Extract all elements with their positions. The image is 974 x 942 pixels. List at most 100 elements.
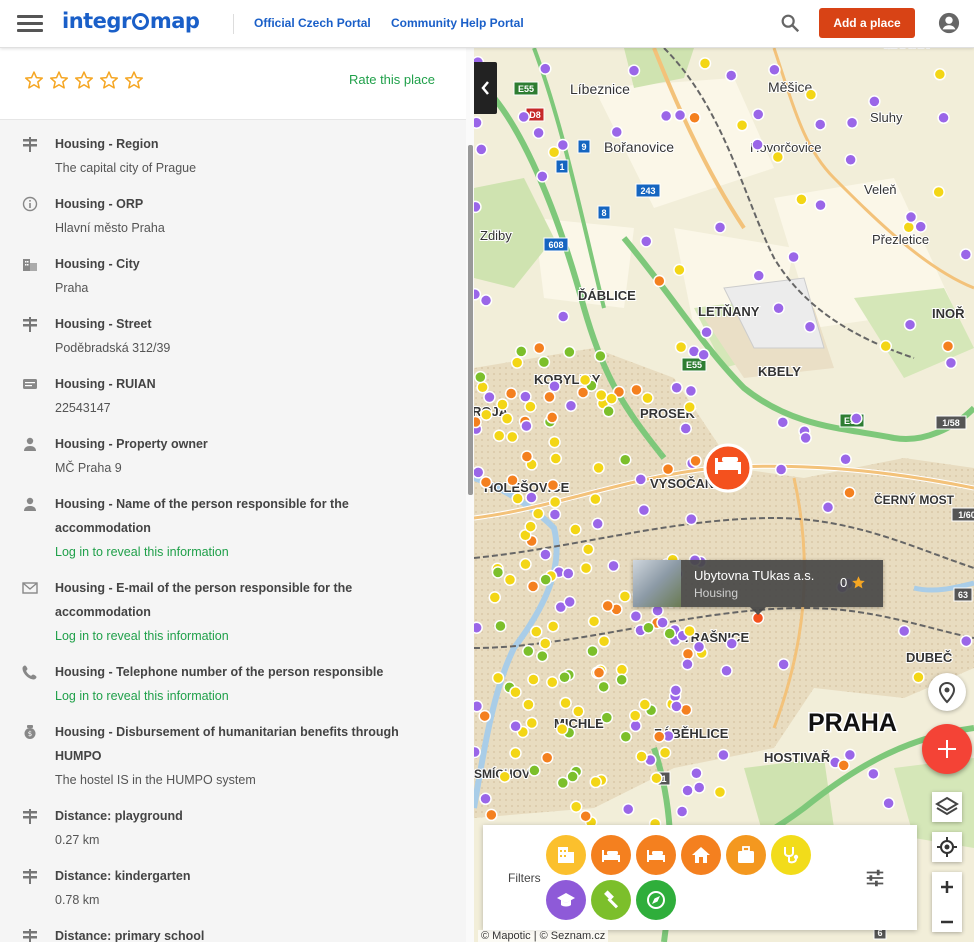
poi-marker[interactable] (656, 616, 669, 629)
poi-marker[interactable] (642, 621, 655, 634)
poi-marker[interactable] (474, 200, 482, 214)
poi-marker[interactable] (912, 671, 925, 684)
poi-marker[interactable] (478, 709, 491, 723)
poi-marker[interactable] (517, 110, 530, 124)
poi-marker[interactable] (669, 684, 683, 697)
poi-marker[interactable] (536, 649, 549, 663)
poi-marker[interactable] (634, 473, 648, 486)
poi-marker[interactable] (772, 301, 785, 315)
filter-button[interactable] (591, 835, 631, 875)
poi-marker[interactable] (674, 340, 688, 354)
poi-marker[interactable] (520, 419, 533, 433)
poi-marker[interactable] (630, 383, 643, 397)
star-outline-icon[interactable] (24, 70, 44, 90)
poi-marker[interactable] (519, 390, 532, 403)
poi-marker[interactable] (524, 520, 537, 533)
poi-marker[interactable] (959, 634, 973, 648)
poi-marker[interactable] (537, 355, 551, 369)
poi-marker[interactable] (697, 348, 710, 362)
poi-marker[interactable] (564, 399, 578, 412)
filter-button[interactable] (636, 835, 676, 875)
poi-marker[interactable] (556, 138, 570, 152)
collapse-panel-button[interactable] (474, 62, 497, 114)
poi-marker[interactable] (618, 453, 632, 467)
official-czech-portal-link[interactable]: Official Czech Portal (254, 16, 371, 30)
poi-marker[interactable] (689, 454, 702, 468)
poi-marker[interactable] (594, 349, 607, 363)
poi-marker[interactable] (531, 507, 545, 520)
poi-marker[interactable] (587, 615, 601, 628)
poi-marker[interactable] (520, 450, 534, 463)
poi-marker[interactable] (795, 193, 808, 206)
filter-button[interactable] (771, 835, 811, 875)
poi-marker[interactable] (474, 621, 483, 634)
poi-marker[interactable] (474, 370, 487, 384)
rate-this-place-link[interactable]: Rate this place (349, 72, 435, 87)
poi-marker[interactable] (488, 591, 502, 604)
poi-marker[interactable] (533, 341, 546, 355)
poi-marker[interactable] (474, 466, 485, 479)
poi-marker[interactable] (546, 676, 559, 689)
poi-marker[interactable] (937, 111, 950, 125)
poi-marker[interactable] (566, 770, 579, 783)
poi-marker[interactable] (546, 620, 560, 633)
poi-marker[interactable] (897, 624, 911, 638)
poi-marker[interactable] (768, 63, 781, 77)
poi-marker[interactable] (627, 64, 641, 77)
poi-marker[interactable] (556, 310, 570, 323)
poi-marker[interactable] (546, 478, 560, 492)
poi-marker[interactable] (539, 62, 552, 75)
poi-marker[interactable] (661, 462, 675, 476)
poi-marker[interactable] (844, 153, 857, 167)
poi-marker[interactable] (670, 381, 683, 395)
poi-marker[interactable] (681, 657, 694, 671)
star-outline-icon[interactable] (99, 70, 119, 90)
search-icon[interactable] (779, 12, 801, 34)
poi-marker[interactable] (474, 745, 481, 759)
poi-marker[interactable] (581, 543, 595, 556)
poi-marker[interactable] (813, 118, 827, 131)
poi-marker[interactable] (506, 474, 519, 487)
poi-marker[interactable] (543, 390, 556, 404)
poi-marker[interactable] (509, 685, 522, 699)
poi-marker[interactable] (720, 664, 733, 678)
poi-marker[interactable] (601, 599, 614, 613)
poi-marker[interactable] (615, 663, 629, 676)
poi-marker[interactable] (914, 220, 927, 233)
poi-marker[interactable] (476, 381, 489, 394)
poi-marker[interactable] (959, 248, 973, 261)
login-reveal-link[interactable]: Log in to reveal this information (55, 624, 428, 648)
poi-marker[interactable] (670, 700, 683, 713)
poi-marker[interactable] (843, 748, 857, 762)
filter-button[interactable] (591, 880, 631, 920)
poi-marker[interactable] (503, 573, 517, 587)
poi-marker[interactable] (713, 785, 727, 799)
map-attribution[interactable]: © Mapotic | © Seznam.cz (478, 930, 609, 942)
poi-marker[interactable] (688, 111, 701, 125)
poi-marker[interactable] (629, 719, 642, 733)
poi-marker[interactable] (675, 805, 689, 818)
poi-marker[interactable] (483, 390, 496, 404)
poi-marker[interactable] (492, 429, 506, 442)
poi-marker[interactable] (843, 486, 856, 499)
poi-marker[interactable] (528, 764, 541, 777)
poi-marker[interactable] (685, 512, 698, 526)
poi-marker[interactable] (692, 781, 706, 794)
my-location-button[interactable] (932, 832, 962, 862)
poi-marker[interactable] (522, 644, 535, 658)
poi-marker[interactable] (479, 294, 493, 307)
menu-icon[interactable] (17, 12, 43, 34)
map-base[interactable]: Líbeznice MěšiceSluhyBořanovice Hovorčovic… (474, 48, 974, 942)
poi-marker[interactable] (589, 775, 602, 789)
poi-marker[interactable] (525, 716, 539, 730)
poi-marker[interactable] (698, 57, 712, 70)
poi-marker[interactable] (771, 150, 785, 164)
star-outline-icon[interactable] (124, 70, 144, 90)
poi-marker[interactable] (629, 609, 643, 623)
poi-marker[interactable] (621, 802, 635, 816)
poi-marker[interactable] (579, 809, 592, 823)
poi-marker[interactable] (774, 463, 788, 476)
star-outline-icon[interactable] (49, 70, 69, 90)
poi-marker[interactable] (491, 566, 505, 579)
poi-marker[interactable] (700, 326, 713, 339)
